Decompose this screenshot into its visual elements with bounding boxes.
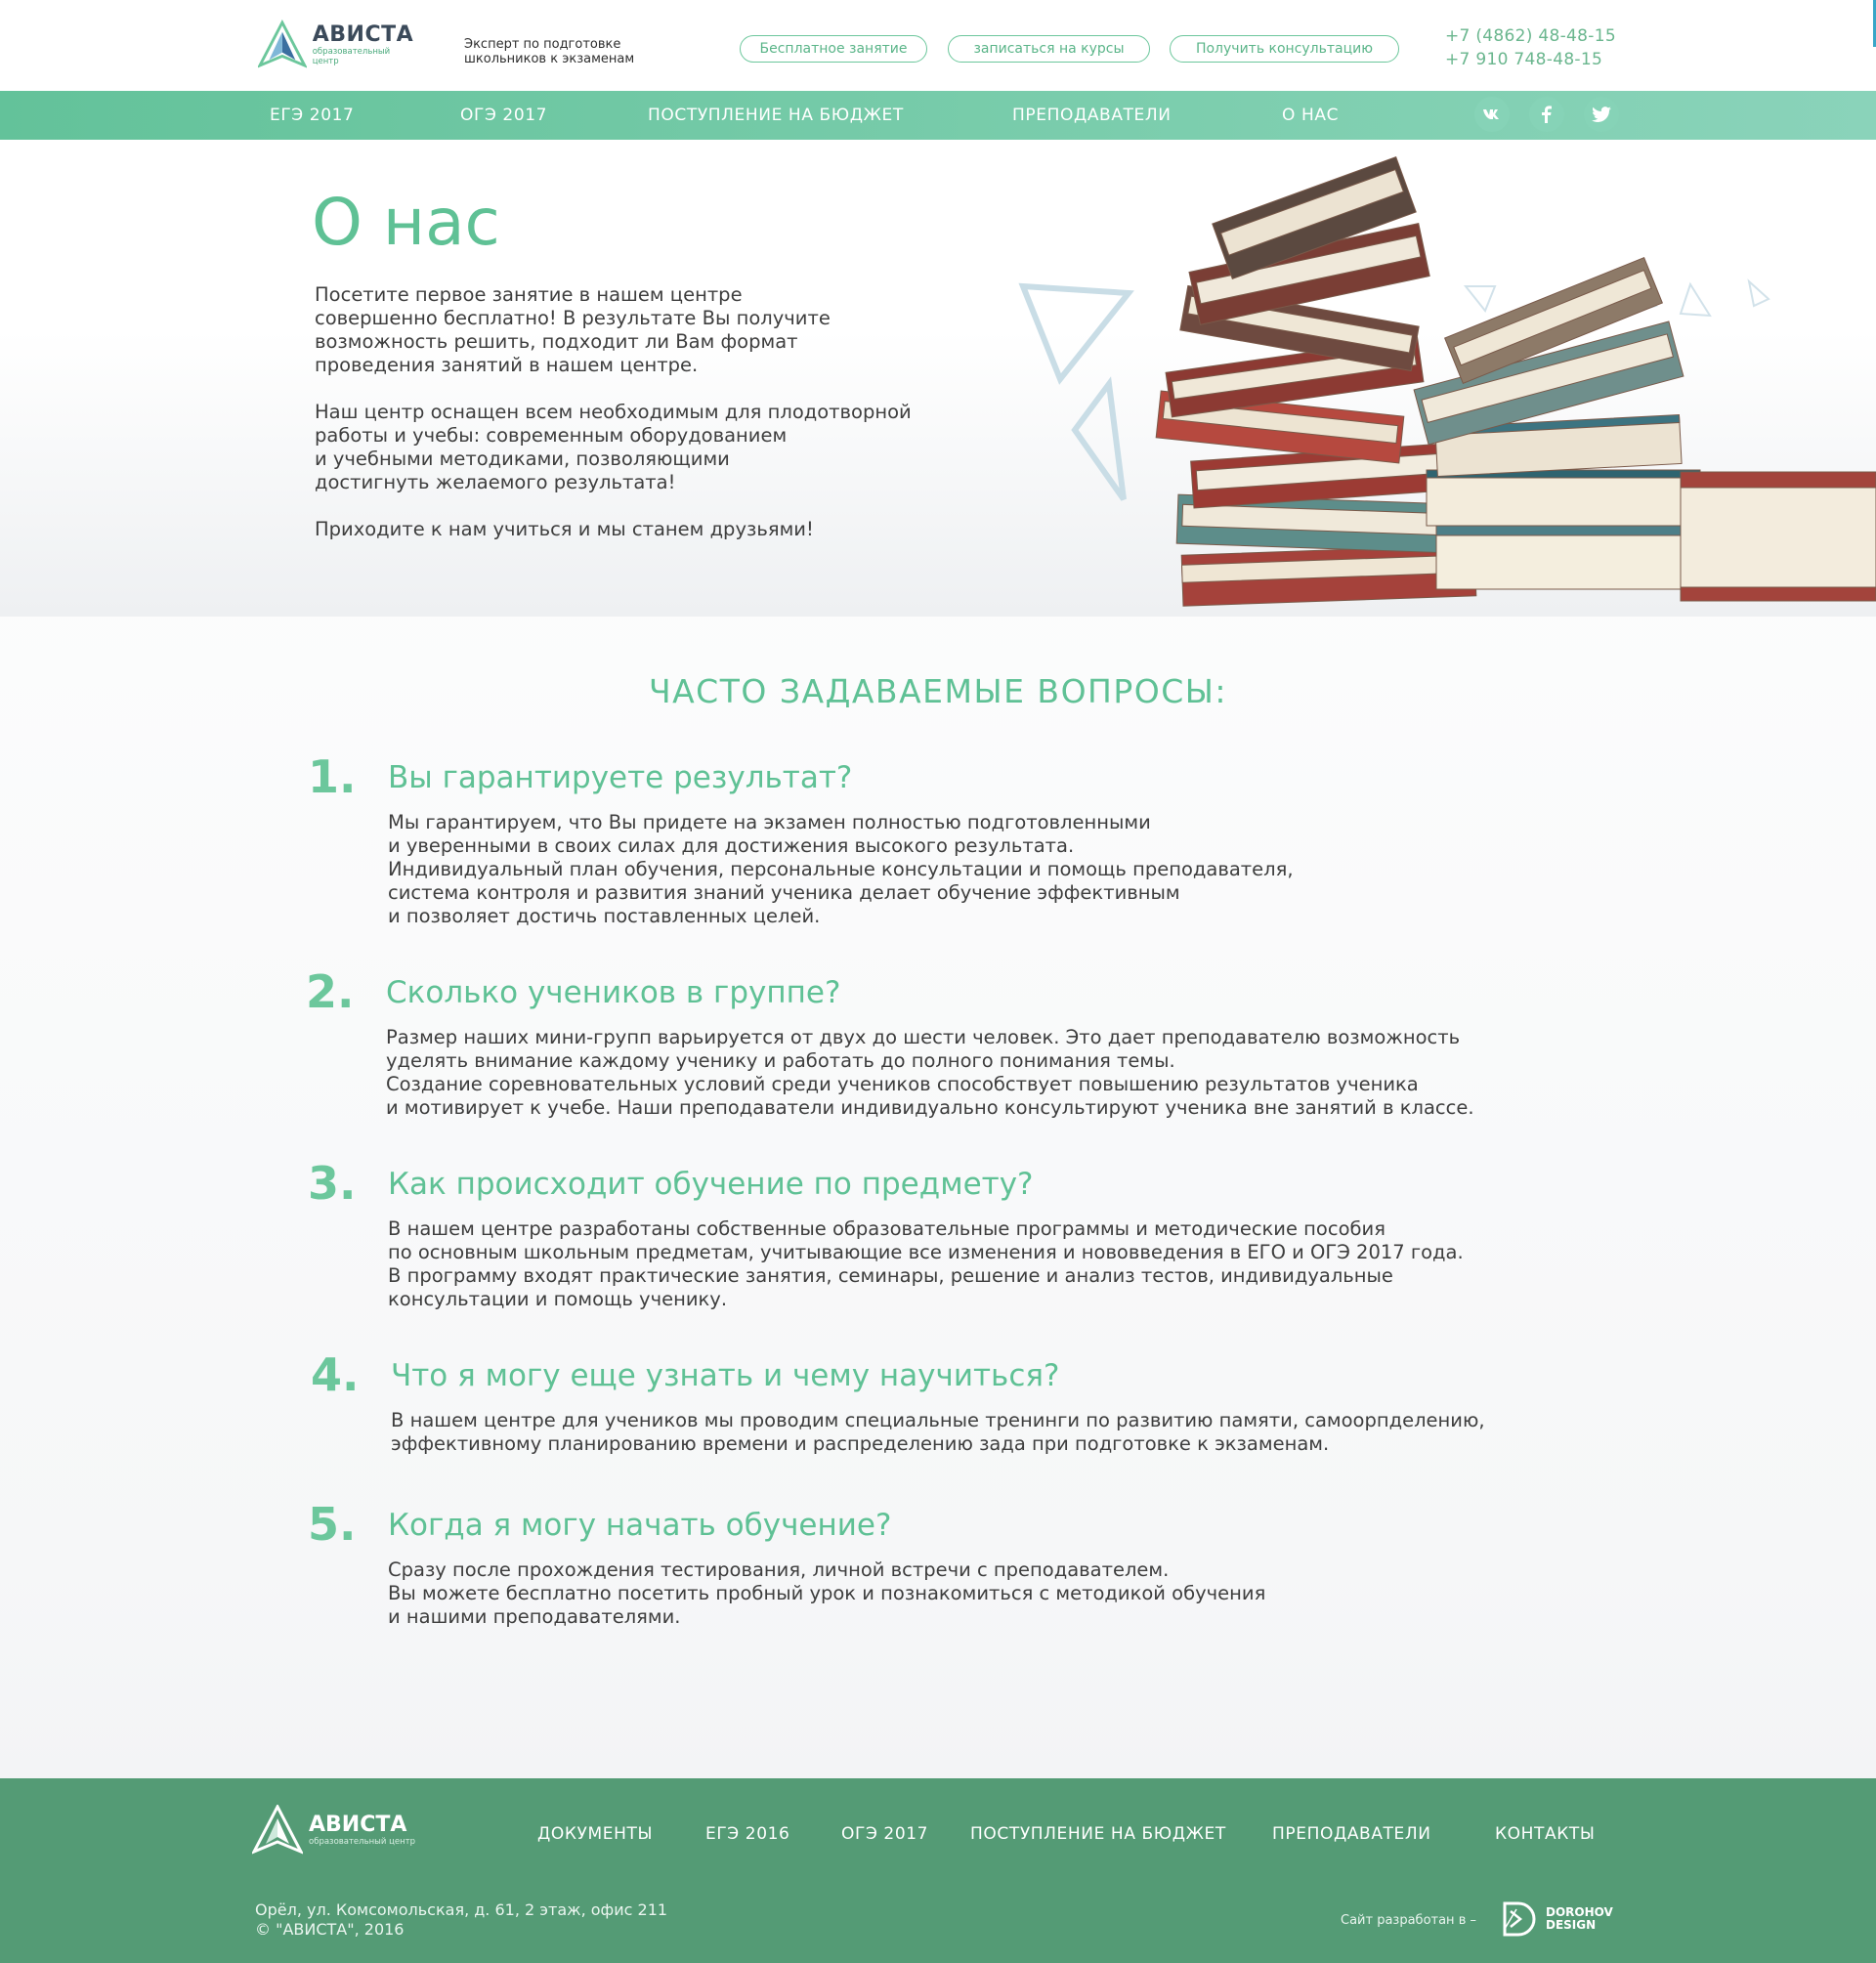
phones: +7 (4862) 48-48-15 +7 910 748-48-15 [1445,24,1616,71]
faq-number: 5. [308,1498,357,1551]
nav-item-oge-2017[interactable]: ОГЭ 2017 [460,91,547,140]
faq-answer: В нашем центре для учеников мы проводим … [391,1409,1485,1455]
footer-nav-budget-admission[interactable]: ПОСТУПЛЕНИЕ НА БЮДЖЕТ [970,1824,1226,1844]
faq-question: Как происходит обучение по предмету? [388,1167,1034,1202]
footer-logo-name: АВИСТА [309,1813,407,1837]
faq-number: 3. [308,1157,357,1210]
footer-logo-icon [252,1805,303,1855]
phone-1[interactable]: +7 (4862) 48-48-15 [1445,24,1616,48]
faq-question: Что я могу еще узнать и чему научиться? [391,1358,1060,1393]
nav-item-about[interactable]: О НАС [1282,91,1339,140]
faq-title: ЧАСТО ЗАДАВАЕМЫЕ ВОПРОСЫ: [648,672,1228,710]
logo[interactable]: АВИСТА образовательный центр [258,18,414,72]
footer-nav-contacts[interactable]: КОНТАКТЫ [1495,1824,1596,1844]
nav-item-teachers[interactable]: ПРЕПОДАВАТЕЛИ [1012,91,1172,140]
dorohov-design-icon [1503,1901,1536,1937]
about-paragraph-2: Наш центр оснащен всем необходимым для п… [315,401,912,493]
free-lesson-button[interactable]: Бесплатное занятие [740,35,927,63]
faq-question: Сколько учеников в группе? [386,975,841,1010]
twitter-icon[interactable] [1584,97,1619,132]
footer-nav-teachers[interactable]: ПРЕПОДАВАТЕЛИ [1272,1824,1431,1844]
logo-icon [258,20,307,68]
developer-logo[interactable]: DOROHOV DESIGN [1499,1899,1613,1939]
books-illustration [1018,155,1876,607]
tagline-line-2: школьников к экзаменам [464,52,635,66]
footer-nav-oge-2017[interactable]: ОГЭ 2017 [841,1824,928,1844]
faq-answer: Размер наших мини-групп варьируется от д… [386,1026,1474,1119]
faq-answer: Сразу после прохождения тестирования, ли… [388,1558,1266,1628]
footer-logo-subtitle: образовательный центр [309,1837,416,1847]
vk-icon[interactable] [1474,97,1510,132]
logo-subtitle: образовательный центр [312,47,391,66]
nav-item-budget-admission[interactable]: ПОСТУПЛЕНИЕ НА БЮДЖЕТ [648,91,904,140]
about-paragraph-3: Приходите к нам учиться и мы станем друз… [315,518,814,540]
enroll-courses-button[interactable]: записаться на курсы [948,35,1150,63]
faq-number: 1. [308,750,357,803]
faq-number: 2. [306,965,355,1018]
developed-by-label: Сайт разработан в – [1341,1913,1476,1928]
faq-answer: Мы гарантируем, что Вы придете на экзаме… [388,811,1294,927]
footer-copyright: © "АВИСТА", 2016 [255,1920,405,1939]
about-hero: О нас Посетите первое занятие в нашем це… [0,140,1876,617]
footer-address: Орёл, ул. Комсомольская, д. 61, 2 этаж, … [255,1900,668,1919]
header: АВИСТА образовательный центр Эксперт по … [0,0,1876,91]
footer-nav-ege-2016[interactable]: ЕГЭ 2016 [705,1824,789,1844]
tagline-line-1: Эксперт по подготовке [464,37,621,52]
footer-nav-documents[interactable]: ДОКУМЕНТЫ [537,1824,653,1844]
about-paragraph-1: Посетите первое занятие в нашем центре с… [315,283,831,376]
page-title: О нас [312,185,500,260]
about-text: Посетите первое занятие в нашем центре с… [315,283,959,565]
faq-number: 4. [311,1348,360,1401]
footer-address-block: Орёл, ул. Комсомольская, д. 61, 2 этаж, … [255,1900,667,1940]
nav-item-ege-2017[interactable]: ЕГЭ 2017 [270,91,354,140]
logo-name: АВИСТА [312,22,414,47]
footer-logo[interactable]: АВИСТА образовательный центр [252,1805,415,1856]
faq-question: Вы гарантируете результат? [388,760,853,795]
facebook-icon[interactable] [1529,97,1564,132]
phone-2[interactable]: +7 910 748-48-15 [1445,48,1616,71]
get-consultation-button[interactable]: Получить консультацию [1170,35,1399,63]
faq-answer: В нашем центре разработаны собственные о… [388,1217,1464,1310]
tagline: Эксперт по подготовке школьников к экзам… [464,37,660,66]
faq-question: Когда я могу начать обучение? [388,1508,892,1543]
developer-name-line-2: DESIGN [1546,1918,1597,1932]
